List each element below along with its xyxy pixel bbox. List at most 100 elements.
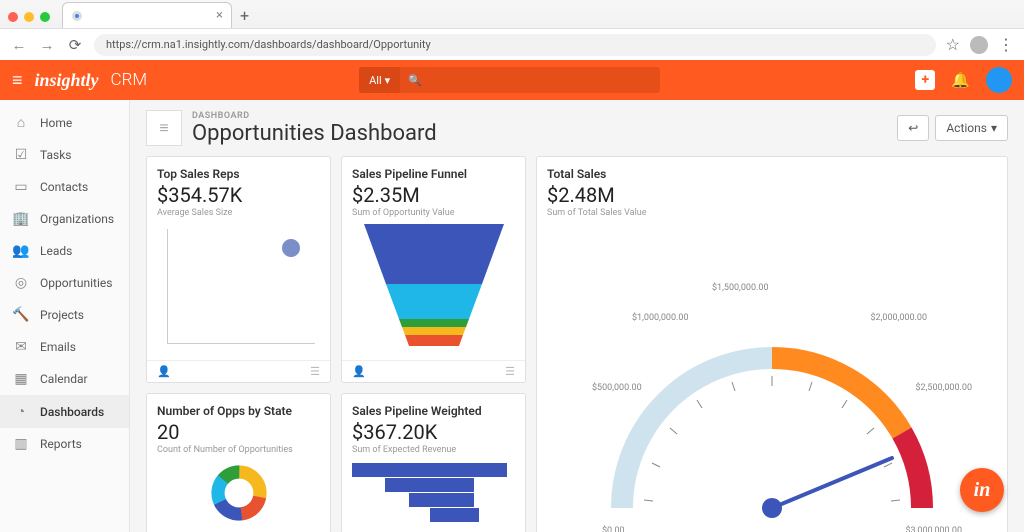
sidebar-item-label: Home bbox=[40, 116, 72, 130]
card-title: Sales Pipeline Weighted bbox=[352, 404, 515, 418]
search-input[interactable]: 🔍 bbox=[400, 67, 660, 93]
check-icon: ☑ bbox=[12, 147, 30, 163]
step-chart bbox=[352, 463, 515, 522]
gauge-tick: $2,500,000.00 bbox=[916, 383, 973, 393]
gauge-tick: $1,000,000.00 bbox=[632, 313, 689, 323]
help-fab[interactable]: in bbox=[960, 468, 1004, 512]
header-right: + 🔔 bbox=[915, 67, 1012, 93]
bookmark-icon[interactable]: ☆ bbox=[946, 35, 960, 54]
actions-label: Actions bbox=[946, 121, 987, 135]
card-pipeline-weighted[interactable]: Sales Pipeline Weighted $367.20K Sum of … bbox=[341, 393, 526, 532]
breadcrumb: DASHBOARD bbox=[192, 111, 437, 121]
close-window-icon[interactable] bbox=[8, 12, 18, 22]
sidebar-item-leads[interactable]: 👥 Leads bbox=[0, 235, 129, 267]
funnel-chart bbox=[352, 224, 515, 354]
building-icon: 🏢 bbox=[12, 211, 30, 227]
sidebar-item-label: Organizations bbox=[40, 212, 114, 226]
gauge-chart: $0.00 $500,000.00 $1,000,000.00 $1,500,0… bbox=[547, 228, 997, 532]
user-icon[interactable]: 👤 bbox=[352, 365, 366, 378]
chrome-icon bbox=[71, 10, 83, 22]
donut-chart bbox=[157, 463, 320, 523]
back-page-button[interactable]: ↩ bbox=[897, 115, 929, 141]
address-row: ← → ⟳ https://crm.na1.insightly.com/dash… bbox=[0, 28, 1024, 60]
sidebar-item-label: Reports bbox=[40, 437, 82, 451]
gauge-tick: $3,000,000.00 bbox=[906, 526, 963, 532]
card-title: Number of Opps by State bbox=[157, 404, 320, 418]
browser-tab[interactable]: × bbox=[62, 2, 232, 28]
dashboard-grid: Top Sales Reps $354.57K Average Sales Si… bbox=[146, 156, 1008, 532]
sidebar-item-tasks[interactable]: ☑ Tasks bbox=[0, 139, 129, 171]
logo[interactable]: insightly bbox=[35, 70, 99, 91]
card-subtitle: Sum of Expected Revenue bbox=[352, 445, 515, 455]
sidebar-item-label: Tasks bbox=[40, 148, 72, 162]
target-icon: ◎ bbox=[12, 275, 30, 291]
user-avatar[interactable] bbox=[986, 67, 1012, 93]
sidebar-item-calendar[interactable]: ▦ Calendar bbox=[0, 363, 129, 395]
app-name: CRM bbox=[111, 70, 148, 90]
actions-dropdown[interactable]: Actions ▾ bbox=[935, 115, 1008, 141]
card-title: Sales Pipeline Funnel bbox=[352, 167, 515, 181]
card-subtitle: Sum of Total Sales Value bbox=[547, 208, 997, 218]
scatter-chart bbox=[157, 224, 320, 354]
notifications-icon[interactable]: 🔔 bbox=[951, 71, 970, 89]
sidebar-item-dashboards[interactable]: ◔ Dashboards bbox=[0, 395, 129, 428]
gauge-tick: $0.00 bbox=[602, 526, 625, 532]
window-controls[interactable] bbox=[8, 12, 50, 22]
sidebar-item-label: Opportunities bbox=[40, 276, 112, 290]
card-opps-by-state[interactable]: Number of Opps by State 20 Count of Numb… bbox=[146, 393, 331, 532]
card-value: $354.57K bbox=[157, 183, 320, 207]
calendar-icon: ▦ bbox=[12, 371, 30, 387]
list-icon[interactable]: ☰ bbox=[505, 365, 515, 378]
maximize-window-icon[interactable] bbox=[40, 12, 50, 22]
add-button[interactable]: + bbox=[915, 70, 935, 90]
list-icon[interactable]: ☰ bbox=[310, 365, 320, 378]
card-value: $367.20K bbox=[352, 420, 515, 444]
reload-button[interactable]: ⟳ bbox=[66, 36, 84, 54]
id-card-icon: ▭ bbox=[12, 179, 30, 195]
sidebar-item-opportunities[interactable]: ◎ Opportunities bbox=[0, 267, 129, 299]
sidebar-item-organizations[interactable]: 🏢 Organizations bbox=[0, 203, 129, 235]
sidebar-item-emails[interactable]: ✉ Emails bbox=[0, 331, 129, 363]
sidebar-item-label: Emails bbox=[40, 340, 76, 354]
card-value: 20 bbox=[157, 420, 320, 444]
minimize-window-icon[interactable] bbox=[24, 12, 34, 22]
people-icon: 👥 bbox=[12, 243, 30, 259]
address-bar[interactable]: https://crm.na1.insightly.com/dashboards… bbox=[94, 34, 936, 56]
gauge-tick: $2,000,000.00 bbox=[871, 313, 928, 323]
tab-row: × + bbox=[0, 0, 1024, 28]
back-button[interactable]: ← bbox=[10, 36, 28, 54]
sidebar-item-label: Calendar bbox=[40, 372, 88, 386]
sidebar-item-home[interactable]: ⌂ Home bbox=[0, 106, 129, 139]
card-value: $2.48M bbox=[547, 183, 997, 207]
envelope-icon: ✉ bbox=[12, 339, 30, 355]
menu-toggle-icon[interactable]: ≡ bbox=[12, 70, 23, 91]
search-wrap: All ▾ 🔍 bbox=[359, 67, 660, 93]
new-tab-button[interactable]: + bbox=[240, 6, 249, 25]
page-title: Opportunities Dashboard bbox=[192, 121, 437, 146]
sidebar: ⌂ Home ☑ Tasks ▭Contacts 🏢 Organizations 👥 L… bbox=[0, 100, 130, 532]
forward-button[interactable]: → bbox=[38, 36, 56, 54]
profile-icon[interactable] bbox=[970, 36, 988, 54]
card-total-sales[interactable]: Total Sales $2.48M Sum of Total Sales Va… bbox=[536, 156, 1008, 532]
card-subtitle: Count of Number of Opportunities bbox=[157, 445, 320, 455]
gauge-tick: $500,000.00 bbox=[592, 383, 642, 393]
home-icon: ⌂ bbox=[12, 114, 30, 131]
chevron-down-icon: ▾ bbox=[991, 121, 997, 135]
main-content: ≡ DASHBOARD Opportunities Dashboard ↩ Ac… bbox=[130, 100, 1024, 532]
page-header: ≡ DASHBOARD Opportunities Dashboard ↩ Ac… bbox=[146, 110, 1008, 146]
search-filter-label: All bbox=[369, 74, 382, 87]
sidebar-item-contacts[interactable]: ▭Contacts bbox=[0, 171, 129, 203]
sidebar-item-label: Dashboards bbox=[40, 405, 104, 419]
menu-icon[interactable]: ⋮ bbox=[998, 35, 1014, 54]
card-title: Total Sales bbox=[547, 167, 997, 181]
gauge-icon: ◔ bbox=[12, 403, 30, 420]
sidebar-item-label: Leads bbox=[40, 244, 72, 258]
close-tab-icon[interactable]: × bbox=[216, 8, 223, 23]
data-point bbox=[282, 239, 300, 257]
sidebar-item-projects[interactable]: 🔨Projects bbox=[0, 299, 129, 331]
user-icon[interactable]: 👤 bbox=[157, 365, 171, 378]
sidebar-item-reports[interactable]: ▥Reports bbox=[0, 428, 129, 460]
search-filter-dropdown[interactable]: All ▾ bbox=[359, 67, 400, 93]
card-sales-pipeline-funnel[interactable]: Sales Pipeline Funnel $2.35M Sum of Oppo… bbox=[341, 156, 526, 383]
card-top-sales-reps[interactable]: Top Sales Reps $354.57K Average Sales Si… bbox=[146, 156, 331, 383]
